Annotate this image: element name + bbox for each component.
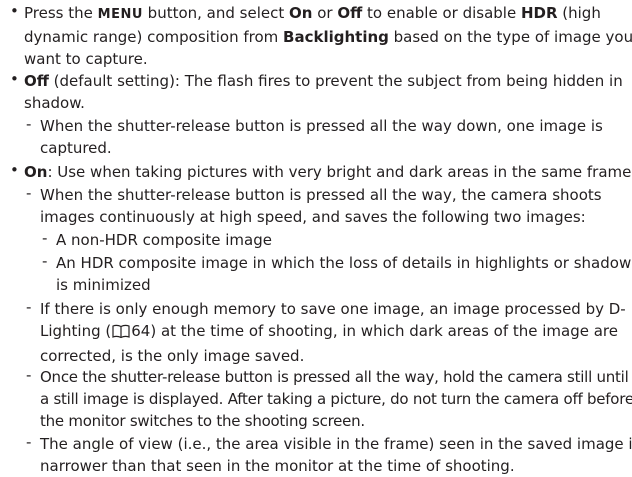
angle-of-view-note: The angle of view (i.e., the area visibl… bbox=[40, 433, 632, 477]
text: or bbox=[312, 4, 338, 22]
hdr-term: HDR bbox=[520, 4, 558, 22]
text: (high bbox=[557, 4, 601, 22]
backlighting-term: Backlighting bbox=[283, 28, 389, 46]
line: When the shutter-release button is press… bbox=[40, 117, 603, 135]
hdr-instruction: Press the MENU button, and select On or … bbox=[24, 2, 632, 70]
line: dynamic range) composition from Backligh… bbox=[24, 26, 632, 48]
page-reference: 64 bbox=[131, 322, 151, 340]
text: to enable or disable bbox=[362, 4, 521, 22]
line: Press the MENU button, and select On or … bbox=[24, 2, 624, 26]
dash-marker: - bbox=[26, 184, 32, 202]
non-hdr-image-item: A non-HDR composite image bbox=[56, 229, 626, 251]
off-detail: When the shutter-release button is press… bbox=[40, 115, 630, 159]
bullet-marker: • bbox=[10, 161, 19, 179]
memory-note: If there is only enough memory to save o… bbox=[40, 298, 630, 367]
dash-marker: - bbox=[26, 433, 32, 451]
dash-marker: - bbox=[26, 366, 32, 384]
text: : Use when taking pictures with very bri… bbox=[47, 163, 632, 181]
text: dynamic range) composition from bbox=[24, 28, 284, 46]
line: images continuously at high speed, and s… bbox=[40, 208, 586, 226]
line: Once the shutter-release button is press… bbox=[40, 368, 629, 386]
book-reference-icon bbox=[112, 323, 130, 345]
line: Off (default setting): The flash fires t… bbox=[24, 70, 624, 92]
line: An HDR composite image in which the loss… bbox=[56, 254, 632, 272]
text: button, and select bbox=[142, 4, 290, 22]
dash-marker: - bbox=[42, 229, 48, 247]
text: Press the bbox=[24, 4, 98, 22]
option-off: Off bbox=[337, 4, 363, 22]
menu-button-label: MENU bbox=[97, 7, 143, 22]
dash-marker: - bbox=[26, 115, 32, 133]
line: When the shutter-release button is press… bbox=[40, 186, 602, 204]
option-off: Off bbox=[24, 72, 49, 90]
line: is minimized bbox=[56, 276, 151, 294]
off-description: Off (default setting): The flash fires t… bbox=[24, 70, 624, 114]
bullet-marker: • bbox=[10, 2, 19, 20]
manual-page: • Press the MENU button, and select On o… bbox=[0, 0, 632, 477]
on-description: On: Use when taking pictures with very b… bbox=[24, 161, 632, 183]
line: A non-HDR composite image bbox=[56, 231, 272, 249]
text: ) at the time of shooting, in which dark… bbox=[150, 322, 618, 340]
hold-still-note: Once the shutter-release button is press… bbox=[40, 366, 632, 432]
dash-marker: - bbox=[26, 298, 32, 316]
hdr-image-item: An HDR composite image in which the loss… bbox=[56, 252, 632, 296]
line: Lighting ( 64) at the time of shooting, i… bbox=[40, 320, 630, 345]
bullet-marker: • bbox=[10, 70, 19, 88]
text: Lighting ( bbox=[40, 322, 112, 340]
line: The angle of view (i.e., the area visibl… bbox=[40, 435, 632, 453]
line: If there is only enough memory to save o… bbox=[40, 300, 626, 318]
text: (default setting): The flash fires to pr… bbox=[48, 72, 623, 90]
line: a still image is displayed. After taking… bbox=[40, 390, 632, 408]
text: based on the type of image you bbox=[388, 28, 632, 46]
line: corrected, is the only image saved. bbox=[40, 347, 305, 365]
on-detail-continuous: When the shutter-release button is press… bbox=[40, 184, 630, 228]
dash-marker: - bbox=[42, 252, 48, 270]
line: want to capture. bbox=[24, 50, 148, 68]
option-on: On bbox=[24, 163, 48, 181]
line: the monitor switches to the shooting scr… bbox=[40, 412, 365, 430]
line: captured. bbox=[40, 139, 112, 157]
line: On: Use when taking pictures with very b… bbox=[24, 161, 632, 183]
line: shadow. bbox=[24, 94, 85, 112]
option-on: On bbox=[289, 4, 313, 22]
